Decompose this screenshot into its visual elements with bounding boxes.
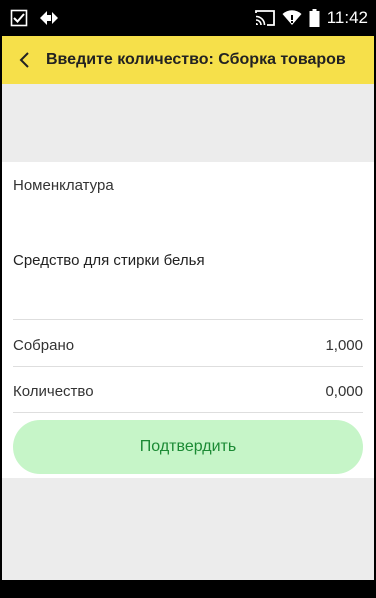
- app-screen: 11:42 Введите количество: Сборка товаров…: [2, 0, 374, 580]
- divider: [13, 366, 363, 367]
- field-value-quantity[interactable]: 0,000: [325, 383, 363, 400]
- back-button[interactable]: [2, 36, 46, 84]
- confirm-button[interactable]: Подтвердить: [13, 420, 363, 474]
- field-value-collected: 1,000: [325, 337, 363, 354]
- status-bar: 11:42: [2, 0, 374, 36]
- checkbox-notification-icon: [10, 9, 28, 27]
- bottom-spacer: [2, 478, 374, 580]
- field-label-collected: Собрано: [13, 337, 75, 354]
- battery-icon: [309, 9, 320, 27]
- page-title: Введите количество: Сборка товаров: [46, 51, 346, 68]
- chevron-left-icon: [18, 51, 30, 69]
- diamond-arrows-icon: [38, 10, 60, 26]
- item-name: Средство для стирки белья: [13, 252, 205, 269]
- app-bar: Введите количество: Сборка товаров: [2, 36, 374, 84]
- divider: [13, 319, 363, 320]
- item-header-label: Номенклатура: [13, 177, 114, 194]
- top-spacer: [2, 84, 374, 162]
- divider: [13, 412, 363, 413]
- field-label-quantity: Количество: [13, 383, 94, 400]
- wifi-icon: [282, 10, 302, 26]
- item-card: Номенклатура Средство для стирки белья С…: [2, 162, 374, 478]
- cast-icon: [254, 10, 275, 26]
- status-time: 11:42: [326, 8, 368, 27]
